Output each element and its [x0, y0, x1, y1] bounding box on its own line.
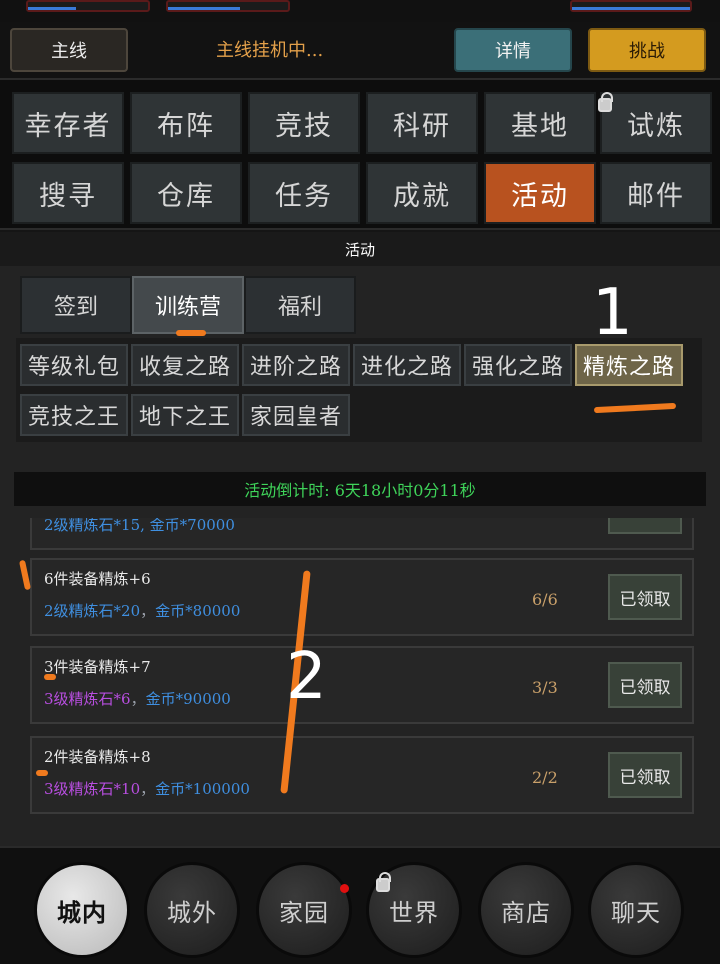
mainline-bar: 主线 主线挂机中... 详情 挑战 [0, 22, 720, 78]
hp-bar-right [570, 0, 692, 12]
annotation-number-one: 1 [592, 276, 633, 350]
progress-text: 3/3 [532, 678, 558, 697]
progress-text: 2/2 [532, 768, 558, 787]
subtab-level-gift[interactable]: 等级礼包 [20, 344, 128, 386]
subtab-advance-road[interactable]: 进阶之路 [242, 344, 350, 386]
subtab-home-emperor[interactable]: 家园皇者 [242, 394, 350, 436]
tab-welfare[interactable]: 福利 [244, 276, 356, 334]
tab-training-camp[interactable]: 训练营 [132, 276, 244, 334]
activity-title: 活动 [0, 232, 720, 266]
claimed-button[interactable]: 已领取 [608, 752, 682, 798]
subtab-recover-road[interactable]: 收复之路 [131, 344, 239, 386]
list-item: 2级精炼石*15, 金币*70000 [30, 518, 694, 550]
nav-arena[interactable]: 竞技 [248, 92, 360, 154]
bottom-nav-home[interactable]: 家园 [256, 862, 352, 958]
nav-search[interactable]: 搜寻 [12, 162, 124, 224]
nav-tasks[interactable]: 任务 [248, 162, 360, 224]
reward-text: 3级精炼石*10，金币*100000 [44, 780, 250, 798]
bottom-nav-chat[interactable]: 聊天 [588, 862, 684, 958]
nav-research[interactable]: 科研 [366, 92, 478, 154]
annotation-mark [44, 674, 56, 680]
hp-bar-left [26, 0, 150, 12]
nav-achievements[interactable]: 成就 [366, 162, 478, 224]
nav-activity[interactable]: 活动 [484, 162, 596, 224]
activity-countdown: 活动倒计时: 6天18小时0分11秒 [14, 472, 706, 506]
challenge-button[interactable]: 挑战 [588, 28, 706, 72]
subtab-enhance-road[interactable]: 强化之路 [464, 344, 572, 386]
main-nav-grid: 幸存者 布阵 竞技 科研 基地 试炼 搜寻 仓库 任务 成就 活动 邮件 [0, 78, 720, 230]
task-text: 6件装备精炼+6 [44, 570, 151, 588]
bottom-nav-shop[interactable]: 商店 [478, 862, 574, 958]
list-item: 3件装备精炼+7 3级精炼石*6，金币*90000 3/3 已领取 [30, 646, 694, 724]
list-item: 6件装备精炼+6 2级精炼石*20，金币*80000 6/6 已领取 [30, 558, 694, 636]
lock-icon [598, 92, 613, 112]
hp-bar-middle [166, 0, 290, 12]
nav-mail[interactable]: 邮件 [600, 162, 712, 224]
lock-icon [376, 872, 391, 892]
annotation-number-two: 2 [286, 640, 327, 714]
annotation-underline-tab [176, 330, 206, 336]
idle-status-text: 主线挂机中... [216, 40, 324, 61]
notification-dot [340, 884, 349, 893]
nav-base[interactable]: 基地 [484, 92, 596, 154]
nav-survivors[interactable]: 幸存者 [12, 92, 124, 154]
tab-signin[interactable]: 签到 [20, 276, 132, 334]
claimed-button[interactable]: 已领取 [608, 574, 682, 620]
subtab-underground-king[interactable]: 地下之王 [131, 394, 239, 436]
bottom-nav-city-inside[interactable]: 城内 [34, 862, 130, 958]
subtab-refine-road[interactable]: 精炼之路 [575, 344, 683, 386]
reward-text: 3级精炼石*6，金币*90000 [44, 690, 231, 708]
progress-text: 6/6 [532, 590, 558, 609]
nav-warehouse[interactable]: 仓库 [130, 162, 242, 224]
subtab-arena-king[interactable]: 竞技之王 [20, 394, 128, 436]
top-status-strip [0, 0, 720, 22]
task-text: 3件装备精炼+7 [44, 658, 151, 676]
annotation-mark [36, 770, 48, 776]
reward-text: 2级精炼石*15, 金币*70000 [44, 518, 235, 534]
claimed-button[interactable]: 已领取 [608, 662, 682, 708]
list-item: 2件装备精炼+8 3级精炼石*10，金币*100000 2/2 已领取 [30, 736, 694, 814]
main-line-button[interactable]: 主线 [10, 28, 128, 72]
task-text: 2件装备精炼+8 [44, 748, 151, 766]
reward-text: 2级精炼石*20，金币*80000 [44, 602, 241, 620]
details-button[interactable]: 详情 [454, 28, 572, 72]
task-list[interactable]: 2级精炼石*15, 金币*70000 6件装备精炼+6 2级精炼石*20，金币*… [18, 518, 702, 840]
nav-formation[interactable]: 布阵 [130, 92, 242, 154]
nav-trial[interactable]: 试炼 [600, 92, 712, 154]
claimed-button[interactable] [608, 518, 682, 534]
subtab-evolve-road[interactable]: 进化之路 [353, 344, 461, 386]
bottom-nav-city-outside[interactable]: 城外 [144, 862, 240, 958]
bottom-nav: 城内 城外 家园 世界 商店 聊天 [0, 846, 720, 964]
